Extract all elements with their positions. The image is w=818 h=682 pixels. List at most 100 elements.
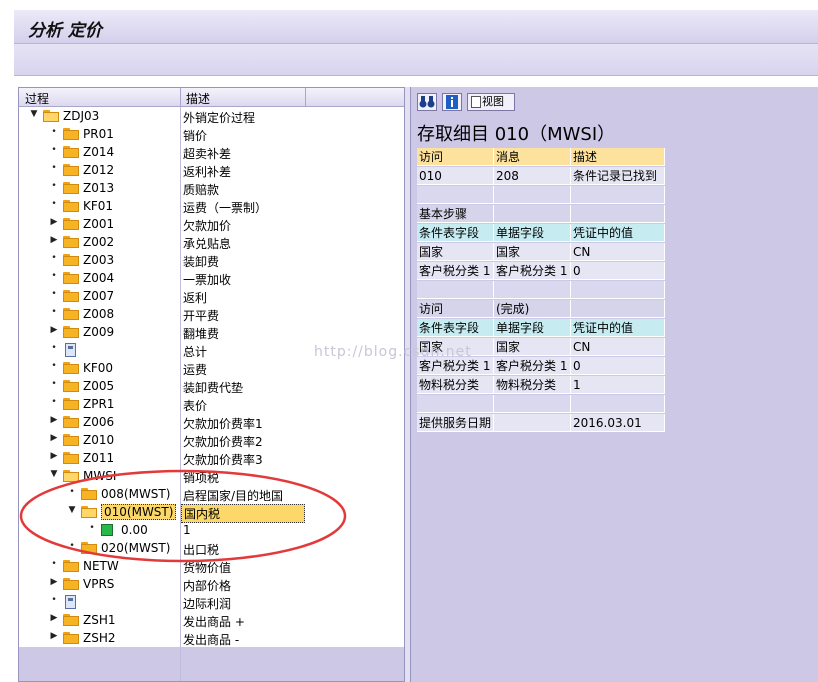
column-header-procedure[interactable]: 过程 (25, 90, 49, 107)
tree-row-label: KF00 (83, 361, 114, 375)
detail-cell: 基本步骤 (417, 205, 494, 223)
tree-row-description: 开平费 (183, 309, 220, 323)
expanded-arrow-icon[interactable]: ▼ (67, 505, 77, 515)
collapsed-arrow-icon[interactable]: ▶ (49, 433, 59, 443)
tree-row[interactable]: • 020(MWST) 出口税 (19, 539, 404, 557)
bullet-icon: • (69, 541, 75, 551)
collapsed-arrow-icon[interactable]: ▶ (49, 325, 59, 335)
window-title: 分析 定价 (28, 21, 102, 41)
tree-row[interactable]: • Z007 返利 (19, 287, 404, 305)
binoculars-icon[interactable] (417, 93, 437, 111)
folder-icon (63, 182, 79, 194)
tree-row[interactable]: • Z005 装卸费代垫 (19, 377, 404, 395)
detail-cell: 0 (571, 357, 665, 375)
collapsed-arrow-icon[interactable]: ▶ (49, 613, 59, 623)
view-button[interactable]: 视图 (467, 93, 515, 111)
folder-icon (63, 236, 79, 248)
folder-icon (63, 380, 79, 392)
folder-icon (63, 452, 79, 464)
folder-icon (63, 146, 79, 158)
detail-cell: 208 (494, 167, 571, 185)
collapsed-arrow-icon[interactable]: ▶ (49, 451, 59, 461)
column-separator[interactable] (180, 88, 181, 107)
tree-row[interactable]: ▼ 010(MWST) 国内税 (19, 503, 404, 523)
tree-row[interactable]: • KF01 运费（一票制） (19, 197, 404, 215)
detail-cell: (完成) (494, 300, 571, 318)
bullet-icon: • (51, 595, 57, 605)
procedure-tree-panel: 过程 描述 ▼ ZDJ03 外销定价过程 • PR01 销价 • Z014 超卖补差 • Z012 返… (18, 87, 405, 682)
bullet-icon: • (51, 307, 57, 317)
folder-icon (63, 434, 79, 446)
tree-row-description: 质赔款 (183, 183, 220, 197)
tree-row[interactable]: ▶ Z001 欠款加价 (19, 215, 404, 233)
detail-cell: CN (571, 243, 665, 261)
tree-row[interactable]: • ZPR1 表价 (19, 395, 404, 413)
tree-row[interactable]: • Z012 返利补差 (19, 161, 404, 179)
tree-row-description: 总计 (183, 345, 208, 359)
tree-row-label: Z011 (83, 451, 115, 465)
tree-row-label: Z002 (83, 235, 115, 249)
detail-cell: 国家 (494, 243, 571, 261)
collapsed-arrow-icon[interactable]: ▶ (49, 235, 59, 245)
tree-row[interactable]: • 边际利润 (19, 593, 404, 611)
detail-cell: 提供服务日期 (417, 414, 494, 432)
tree-row-label: ZSH1 (83, 613, 116, 627)
collapsed-arrow-icon[interactable]: ▶ (49, 577, 59, 587)
bullet-icon: • (51, 127, 57, 137)
tree-row-label: 008(MWST) (101, 487, 171, 501)
tree-row[interactable]: ▶ ZSH1 发出商品 + (19, 611, 404, 629)
collapsed-arrow-icon[interactable]: ▶ (49, 217, 59, 227)
tree-row-description: 翻堆费 (183, 327, 220, 341)
tree-row-label: Z005 (83, 379, 115, 393)
tree-row[interactable]: ▼ MWSI 销项税 (19, 467, 404, 485)
tree-row[interactable]: ▶ Z002 承兑贴息 (19, 233, 404, 251)
tree-row[interactable]: • Z013 质赔款 (19, 179, 404, 197)
detail-cell: 条件记录已找到 (571, 167, 665, 185)
tree-row-description: 欠款加价费率1 (183, 417, 263, 431)
tree-row[interactable]: ▶ Z010 欠款加价费率2 (19, 431, 404, 449)
folder-icon (63, 308, 79, 320)
bullet-icon: • (89, 523, 95, 533)
tree-row[interactable]: • Z003 装卸费 (19, 251, 404, 269)
tree-row-description: 表价 (183, 399, 208, 413)
column-header-description[interactable]: 描述 (186, 90, 210, 107)
tree-row-label: ZPR1 (83, 397, 115, 411)
collapsed-arrow-icon[interactable]: ▶ (49, 631, 59, 641)
info-icon[interactable] (442, 93, 462, 111)
expanded-arrow-icon[interactable]: ▼ (29, 109, 39, 119)
detail-cell: 凭证中的值 (571, 319, 665, 337)
tree-row-description: 销价 (183, 129, 208, 143)
tree-row-description: 内部价格 (183, 579, 232, 593)
tree-row[interactable]: ▶ VPRS 内部价格 (19, 575, 404, 593)
tree-row[interactable]: ▶ Z011 欠款加价费率3 (19, 449, 404, 467)
expanded-arrow-icon[interactable]: ▼ (49, 469, 59, 479)
tree-row[interactable]: • KF00 运费 (19, 359, 404, 377)
tree-row[interactable]: • PR01 销价 (19, 125, 404, 143)
tree-row-label: Z009 (83, 325, 115, 339)
tree-row[interactable]: • Z004 一票加收 (19, 269, 404, 287)
tree-row-description: 货物价值 (183, 561, 232, 575)
tree-row[interactable]: • 0.00 1 (19, 521, 404, 539)
folder-icon (63, 254, 79, 266)
bullet-icon: • (51, 199, 57, 209)
detail-cell: 访问 (417, 300, 494, 318)
tree-row-label: Z007 (83, 289, 115, 303)
folder-icon (63, 560, 79, 572)
column-separator[interactable] (305, 88, 306, 107)
detail-cell: 物料税分类 (417, 376, 494, 394)
tree-row[interactable]: • Z008 开平费 (19, 305, 404, 323)
tree-row[interactable]: • Z014 超卖补差 (19, 143, 404, 161)
tree-row[interactable]: ▶ Z006 欠款加价费率1 (19, 413, 404, 431)
bullet-icon: • (51, 163, 57, 173)
folder-icon (63, 218, 79, 230)
tree-row[interactable]: ▶ Z009 翻堆费 (19, 323, 404, 341)
folder-icon (81, 488, 97, 500)
tree-row[interactable]: ▶ ZSH2 发出商品 - (19, 629, 404, 647)
detail-cell: CN (571, 338, 665, 356)
tree-row-description: 运费 (183, 363, 208, 377)
collapsed-arrow-icon[interactable]: ▶ (49, 415, 59, 425)
tree-row[interactable]: • 008(MWST) 启程国家/目的地国 (19, 485, 404, 503)
detail-cell (571, 395, 665, 413)
tree-row[interactable]: ▼ ZDJ03 外销定价过程 (19, 107, 404, 125)
tree-row[interactable]: • NETW 货物价值 (19, 557, 404, 575)
